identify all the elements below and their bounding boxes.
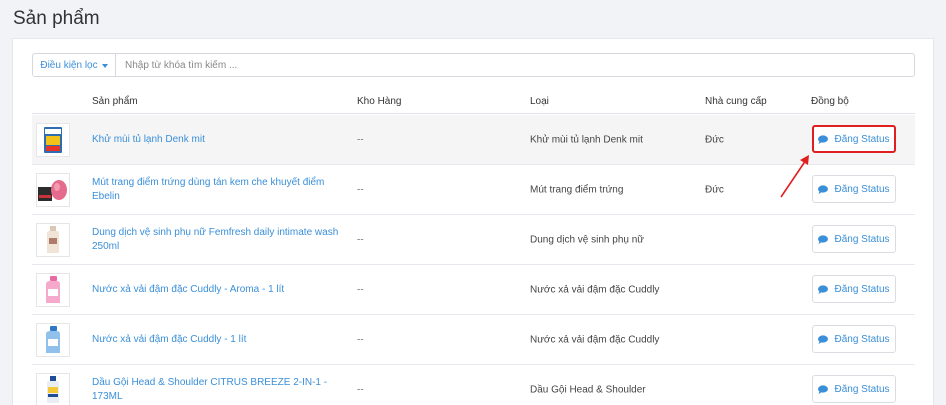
product-name-link[interactable]: Mút trang điểm trứng dùng tán kem che kh… bbox=[92, 176, 354, 204]
intimate-wash-bottle-icon bbox=[47, 226, 59, 253]
table-row: Nước xả vải đậm đặc Cuddly - 1 lít -- Nư… bbox=[32, 315, 915, 365]
header-type: Loại bbox=[530, 96, 549, 107]
shampoo-bottle-icon bbox=[47, 376, 59, 403]
post-status-button[interactable]: Đăng Status bbox=[812, 275, 896, 303]
fridge-deodorizer-product-icon bbox=[44, 127, 62, 153]
pink-softener-bottle-icon bbox=[46, 276, 60, 303]
caret-down-icon bbox=[101, 63, 108, 68]
product-name-link[interactable]: Dung dịch vệ sinh phụ nữ Femfresh daily … bbox=[92, 226, 354, 254]
product-name-link[interactable]: Nước xả vải đậm đặc Cuddly - 1 lít bbox=[92, 333, 354, 347]
filter-conditions-button[interactable]: Điều kiện lọc bbox=[33, 54, 116, 76]
product-stock: -- bbox=[357, 234, 364, 245]
page-title: Sản phẩm bbox=[13, 8, 100, 29]
filter-bar: Điều kiện lọc bbox=[32, 53, 915, 77]
product-name-link[interactable]: Nước xả vải đậm đặc Cuddly - Aroma - 1 l… bbox=[92, 283, 354, 297]
product-thumbnail[interactable] bbox=[36, 223, 70, 257]
product-type: Nước xả vải đậm đặc Cuddly bbox=[530, 334, 660, 345]
blue-softener-bottle-icon bbox=[46, 326, 60, 353]
post-status-button[interactable]: Đăng Status bbox=[812, 325, 896, 353]
post-status-label: Đăng Status bbox=[834, 133, 890, 145]
header-sync: Đồng bộ bbox=[811, 96, 849, 107]
products-card: Điều kiện lọc Sản phẩm Kho Hàng Loại Nhà… bbox=[12, 38, 934, 405]
post-status-button[interactable]: Đăng Status bbox=[812, 375, 896, 403]
product-stock: -- bbox=[357, 384, 364, 395]
post-status-label: Đăng Status bbox=[834, 383, 890, 395]
chat-bubble-icon bbox=[818, 184, 829, 194]
product-type: Khử mùi tủ lạnh Denk mit bbox=[530, 134, 643, 145]
post-status-button[interactable]: Đăng Status bbox=[812, 125, 896, 153]
chat-bubble-icon bbox=[818, 334, 829, 344]
product-thumbnail[interactable] bbox=[36, 323, 70, 357]
table-body: Khử mùi tủ lạnh Denk mit -- Khử mùi tủ l… bbox=[32, 115, 915, 405]
chat-bubble-icon bbox=[818, 284, 829, 294]
product-stock: -- bbox=[357, 184, 364, 195]
table-row: Dầu Gội Head & Shoulder CITRUS BREEZE 2-… bbox=[32, 365, 915, 405]
chat-bubble-icon bbox=[818, 384, 829, 394]
product-supplier: Đức bbox=[705, 184, 724, 195]
table-row: Dung dịch vệ sinh phụ nữ Femfresh daily … bbox=[32, 215, 915, 265]
product-type: Mút trang điểm trứng bbox=[530, 184, 624, 195]
product-type: Dung dịch vệ sinh phụ nữ bbox=[530, 234, 644, 245]
post-status-button[interactable]: Đăng Status bbox=[812, 225, 896, 253]
post-status-button[interactable]: Đăng Status bbox=[812, 175, 896, 203]
product-stock: -- bbox=[357, 134, 364, 145]
table-row: Nước xả vải đậm đặc Cuddly - Aroma - 1 l… bbox=[32, 265, 915, 315]
header-product: Sản phẩm bbox=[92, 96, 138, 107]
product-thumbnail[interactable] bbox=[36, 273, 70, 307]
table-row: Khử mùi tủ lạnh Denk mit -- Khử mùi tủ l… bbox=[32, 115, 915, 165]
product-type: Nước xả vải đậm đặc Cuddly bbox=[530, 284, 660, 295]
product-stock: -- bbox=[357, 334, 364, 345]
product-stock: -- bbox=[357, 284, 364, 295]
chat-bubble-icon bbox=[818, 134, 829, 144]
product-name-link[interactable]: Khử mùi tủ lạnh Denk mit bbox=[92, 133, 354, 147]
product-thumbnail[interactable] bbox=[36, 123, 70, 157]
product-supplier: Đức bbox=[705, 134, 724, 145]
page-header: Sản phẩm bbox=[0, 0, 946, 38]
filter-conditions-label: Điều kiện lọc bbox=[40, 59, 98, 71]
chat-bubble-icon bbox=[818, 234, 829, 244]
search-input[interactable] bbox=[116, 54, 914, 76]
makeup-sponge-product-icon bbox=[38, 180, 67, 201]
product-name-link[interactable]: Dầu Gội Head & Shoulder CITRUS BREEZE 2-… bbox=[92, 376, 354, 404]
product-thumbnail[interactable] bbox=[36, 173, 70, 207]
post-status-label: Đăng Status bbox=[834, 333, 890, 345]
product-thumbnail[interactable] bbox=[36, 373, 70, 405]
post-status-label: Đăng Status bbox=[834, 283, 890, 295]
post-status-label: Đăng Status bbox=[834, 183, 890, 195]
table-row: Mút trang điểm trứng dùng tán kem che kh… bbox=[32, 165, 915, 215]
post-status-label: Đăng Status bbox=[834, 233, 890, 245]
header-supplier: Nhà cung cấp bbox=[705, 96, 767, 107]
header-stock: Kho Hàng bbox=[357, 96, 402, 107]
product-type: Dầu Gội Head & Shoulder bbox=[530, 384, 646, 395]
table-header: Sản phẩm Kho Hàng Loại Nhà cung cấp Đồng… bbox=[32, 87, 915, 114]
